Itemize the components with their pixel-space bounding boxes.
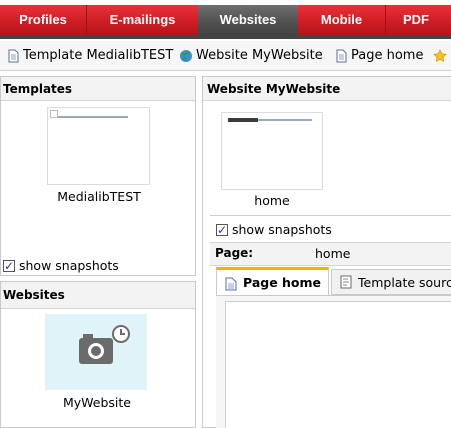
nav-tab-pdf[interactable]: PDF [386, 5, 446, 35]
page-tabs: Page home Template source [214, 267, 451, 297]
breadcrumb-label: Website MyWebsite [196, 48, 323, 63]
nav-bar: Profiles E-mailings Websites Mobile PDF [0, 5, 451, 35]
page-icon [8, 49, 19, 63]
divider [210, 215, 451, 216]
websites-panel: Websites MyWebsite [0, 281, 196, 428]
nav-tab-label: PDF [403, 12, 429, 27]
website-pages-area: home [208, 101, 451, 216]
favorite-button[interactable] [433, 47, 451, 65]
nav-tab-profiles[interactable]: Profiles [0, 5, 86, 35]
breadcrumb-template[interactable]: Template MedialibTEST [6, 47, 176, 65]
show-snapshots-label: show snapshots [19, 258, 119, 273]
page-preview [225, 301, 451, 428]
nav-tab-e-mailings[interactable]: E-mailings [87, 5, 198, 35]
template-thumbnail[interactable] [47, 107, 150, 185]
page-thumbnail[interactable] [221, 112, 323, 190]
templates-panel: Templates MedialibTEST [0, 76, 196, 276]
top-navigation: Profiles E-mailings Websites Mobile PDF [0, 0, 451, 39]
page-label: Page: [215, 246, 254, 260]
thumbnail-placeholder-icon [50, 110, 58, 118]
thumbnail-preview-line [58, 116, 128, 118]
website-title: Website MyWebsite [207, 82, 341, 96]
websites-header: Websites [1, 282, 195, 309]
templates-show-snapshots[interactable]: show snapshots [3, 257, 193, 275]
nav-tab-label: Profiles [19, 12, 67, 27]
source-icon [340, 275, 352, 289]
website-show-snapshots[interactable]: show snapshots [216, 221, 416, 239]
breadcrumb: Template MedialibTEST Website MyWebsite … [0, 41, 451, 71]
show-snapshots-checkbox[interactable] [216, 221, 228, 239]
breadcrumb-website[interactable]: Website MyWebsite [179, 47, 329, 65]
nav-tab-label: Websites [219, 12, 277, 27]
thumbnail-preview-bar [228, 118, 258, 122]
globe-icon [180, 50, 192, 62]
tab-page-home[interactable]: Page home [216, 267, 329, 295]
page-icon [336, 49, 347, 63]
website-thumbnail[interactable] [45, 314, 147, 390]
breadcrumb-label: Page home [351, 48, 424, 63]
tab-template-source[interactable]: Template source [331, 269, 451, 295]
page-value: home [315, 246, 351, 261]
website-name[interactable]: MyWebsite [21, 395, 173, 410]
nav-tab-mobile[interactable]: Mobile [298, 5, 385, 35]
tab-content-frame [216, 295, 451, 428]
nav-tab-label: E-mailings [109, 12, 176, 27]
page-name[interactable]: home [221, 193, 323, 208]
camera-icon [79, 325, 130, 364]
nav-underline [0, 35, 451, 39]
websites-title: Websites [3, 288, 65, 302]
breadcrumb-label: Template MedialibTEST [23, 48, 174, 63]
website-header: Website MyWebsite [203, 77, 451, 101]
page-info-row: Page: home [210, 242, 451, 266]
templates-title: Templates [3, 82, 73, 96]
nav-tab-websites[interactable]: Websites [198, 5, 298, 35]
star-icon [433, 49, 447, 62]
show-snapshots-label: show snapshots [232, 222, 332, 237]
page-icon [225, 277, 237, 291]
nav-tab-label: Mobile [320, 12, 363, 27]
thumbnail-preview-line [258, 119, 312, 121]
breadcrumb-page[interactable]: Page home [334, 47, 426, 65]
tab-label: Page home [243, 275, 322, 290]
template-name[interactable]: MedialibTEST [21, 189, 177, 204]
show-snapshots-checkbox[interactable] [3, 257, 15, 275]
templates-header: Templates [1, 77, 195, 101]
tab-label: Template source [358, 275, 451, 290]
